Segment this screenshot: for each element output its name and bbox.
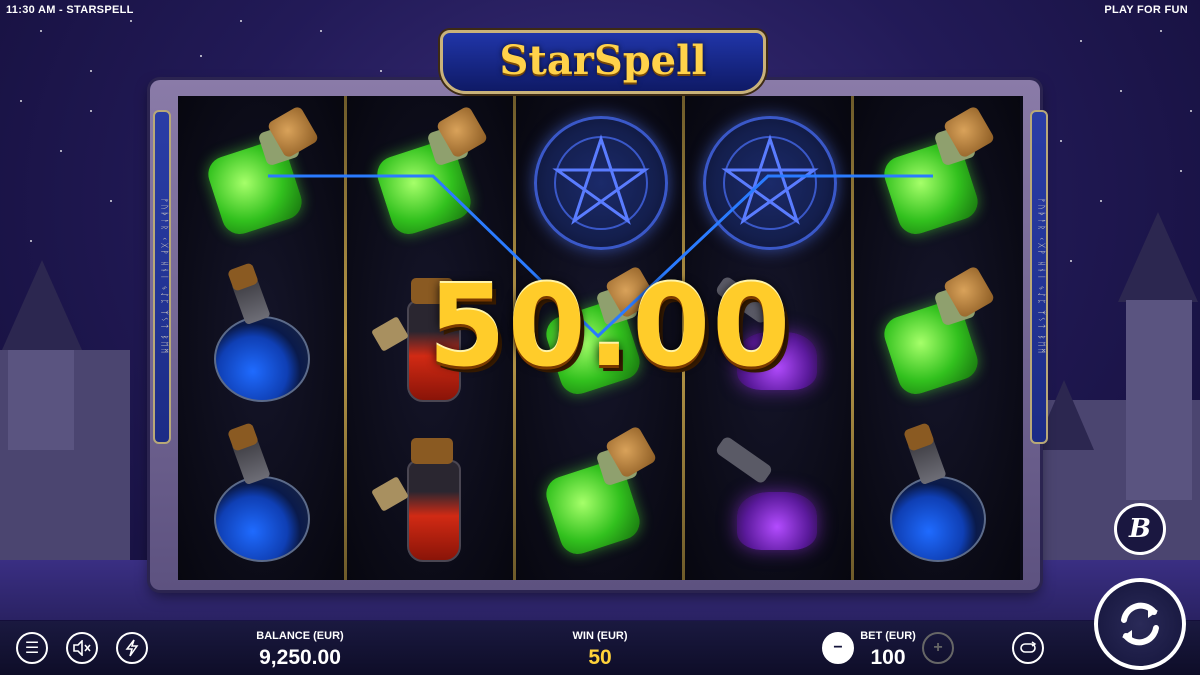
brand-b-icon: B (1129, 514, 1151, 544)
rune-strip-right: ᚠᚢᚦᚨᚱ ᚲᚷᚹ ᚺᚾᛁ ᛃᛇᛈ ᛉᛊᛏ ᛒᛖᛗ (1030, 110, 1048, 444)
star (1120, 90, 1122, 92)
star (200, 55, 202, 57)
star (130, 20, 132, 22)
rune-strip-left: ᚠᚢᚦᚨᚱ ᚲᚷᚹ ᚺᚾᛁ ᛃᛇᛈ ᛉᛊᛏ ᛒᛖᛗ (153, 110, 171, 444)
star (40, 30, 42, 32)
star (1070, 260, 1072, 262)
castle-left-roof (2, 260, 82, 350)
autoplay-button[interactable] (1012, 632, 1044, 664)
minus-icon: − (833, 639, 843, 656)
spin-button[interactable] (1094, 578, 1186, 670)
star (1080, 40, 1082, 42)
star (60, 150, 62, 152)
win-label: WIN (EUR) (572, 630, 628, 642)
star (110, 200, 112, 202)
balance-label: BALANCE (EUR) (256, 630, 344, 642)
star (90, 110, 92, 112)
brand-logo-button[interactable]: B (1114, 503, 1166, 555)
bet-label: BET (EUR) (860, 630, 916, 642)
menu-button[interactable]: ☰ (16, 632, 48, 664)
castle-right-tower (1126, 300, 1192, 500)
star (240, 20, 242, 22)
spin-icon (1121, 602, 1159, 646)
star (320, 30, 322, 32)
game-screen: 11:30 AM - STARSPELL PLAY FOR FUN ᚠᚢᚦᚨᚱ … (0, 0, 1200, 675)
star (380, 70, 382, 72)
bet-increase-button[interactable]: + (922, 632, 954, 664)
menu-icon: ☰ (24, 640, 40, 657)
sound-button[interactable] (66, 632, 98, 664)
castle-right-roof (1118, 212, 1198, 302)
star (20, 100, 22, 102)
play-mode-label: PLAY FOR FUN (1104, 4, 1188, 16)
autoplay-icon (1020, 641, 1037, 653)
balance-value: 9,250.00 (259, 646, 341, 669)
lightning-icon (125, 639, 139, 657)
big-win-amount: 50.00 (427, 262, 793, 392)
star (1100, 200, 1102, 202)
game-logo: StarSpell (499, 37, 707, 84)
star (30, 240, 32, 242)
castle-left-tower (8, 350, 74, 450)
star (90, 70, 92, 72)
star (1160, 30, 1162, 32)
star (1190, 110, 1192, 112)
bet-value: 100 (870, 646, 906, 669)
turbo-button[interactable] (116, 632, 148, 664)
logo-banner: StarSpell (440, 30, 766, 94)
plus-icon: + (933, 639, 943, 656)
win-value: 50 (588, 646, 612, 669)
sound-muted-icon (73, 640, 91, 656)
clock-title: 11:30 AM - STARSPELL (6, 4, 134, 16)
star (1060, 140, 1062, 142)
star (1180, 170, 1182, 172)
